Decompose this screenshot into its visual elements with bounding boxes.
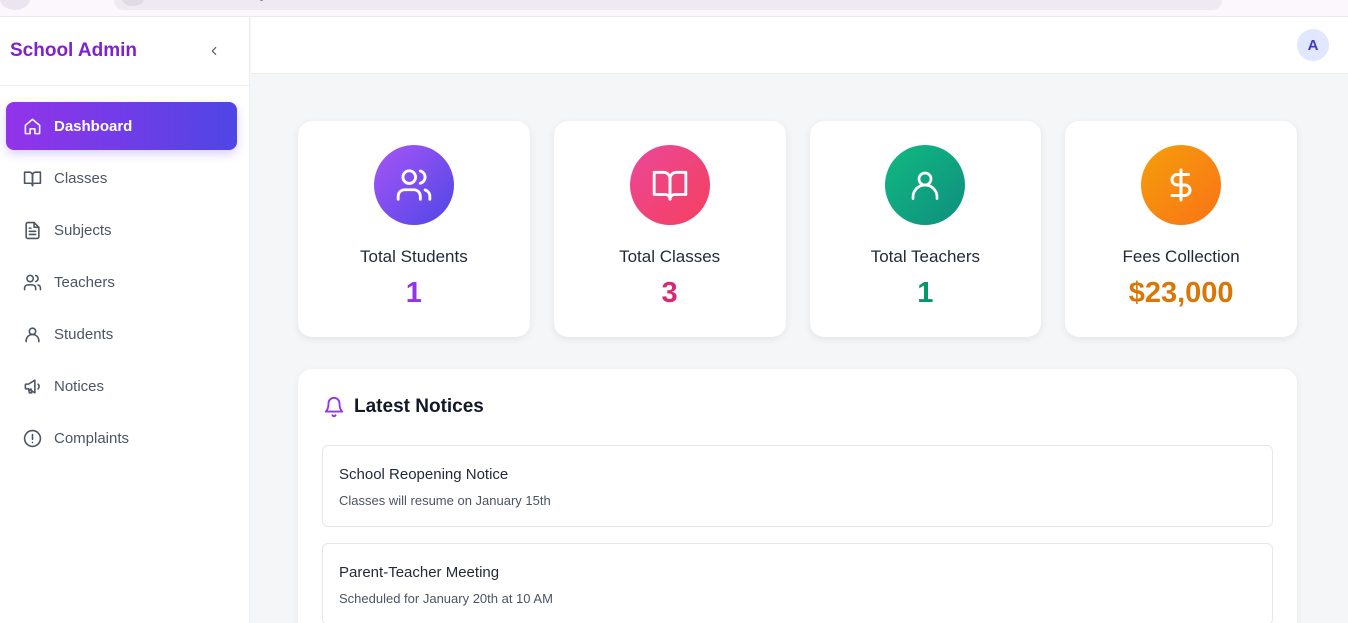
stat-value: 1 (917, 277, 934, 309)
stat-label: Total Classes (619, 247, 721, 266)
bell-icon (322, 395, 346, 419)
megaphone-icon (22, 376, 42, 396)
alert-circle-icon (22, 428, 42, 448)
address-bar[interactable] (114, 0, 1222, 10)
stat-value: $23,000 (1128, 277, 1234, 309)
sidebar-item-students[interactable]: Students (6, 310, 237, 358)
user-icon (22, 324, 42, 344)
sidebar-item-label: Complaints (54, 429, 130, 447)
users-icon (22, 272, 42, 292)
file-text-icon (22, 220, 42, 240)
notice-description: Classes will resume on January 15th (339, 493, 551, 508)
stat-card-fees: Fees Collection $23,000 (1065, 121, 1297, 337)
stat-label: Total Teachers (870, 247, 981, 266)
browser-back-button[interactable] (0, 0, 30, 10)
sidebar-item-notices[interactable]: Notices (6, 362, 237, 410)
sidebar-item-label: Dashboard (54, 117, 133, 135)
book-open-icon (22, 168, 42, 188)
home-icon (22, 116, 42, 136)
topbar: A (251, 17, 1348, 74)
stat-card-teachers: Total Teachers 1 (809, 121, 1042, 337)
notice-item[interactable]: Parent-Teacher Meeting Scheduled for Jan… (322, 543, 1273, 623)
sidebar-header: School Admin (0, 17, 249, 86)
stat-value: 3 (661, 277, 678, 309)
stat-label: Total Students (360, 247, 468, 266)
notice-title: School Reopening Notice (339, 466, 509, 483)
sidebar-item-teachers[interactable]: Teachers (6, 258, 237, 306)
brand-title: School Admin (10, 40, 138, 61)
notice-description: Scheduled for January 20th at 10 AM (339, 591, 553, 606)
book-open-icon (629, 145, 710, 225)
sidebar-item-label: Classes (54, 169, 108, 187)
stat-card-classes: Total Classes 3 (553, 121, 786, 337)
stat-value: 1 (405, 277, 422, 309)
stat-label: Fees Collection (1122, 247, 1240, 266)
sidebar-item-label: Teachers (54, 273, 115, 291)
chevron-left-icon (211, 46, 217, 56)
notices-title: Latest Notices (354, 396, 484, 417)
sidebar-item-label: Subjects (54, 221, 112, 239)
user-icon (885, 145, 966, 225)
stat-card-students: Total Students 1 (298, 121, 530, 337)
sidebar-item-subjects[interactable]: Subjects (6, 206, 237, 254)
sidebar-item-dashboard[interactable]: Dashboard (6, 102, 237, 150)
notice-title: Parent-Teacher Meeting (339, 564, 500, 581)
users-icon (373, 145, 454, 225)
stats-row: Total Students 1 Total Classes 3 Total T… (298, 121, 1297, 337)
notices-header: Latest Notices (322, 395, 484, 419)
collapse-sidebar-button[interactable] (205, 42, 223, 60)
avatar[interactable]: A (1297, 29, 1329, 61)
browser-chrome (0, 0, 1348, 17)
latest-notices-panel: Latest Notices School Reopening Notice C… (298, 369, 1297, 623)
sidebar-item-label: Notices (54, 377, 105, 395)
sidebar-item-complaints[interactable]: Complaints (6, 414, 237, 462)
sidebar: School Admin Dashboard Classes Subjects (0, 17, 250, 623)
notice-item[interactable]: School Reopening Notice Classes will res… (322, 445, 1273, 527)
sidebar-nav: Dashboard Classes Subjects Teachers Stud… (0, 86, 249, 462)
sidebar-item-classes[interactable]: Classes (6, 154, 237, 202)
dollar-icon (1141, 145, 1222, 225)
sidebar-item-label: Students (54, 325, 114, 343)
